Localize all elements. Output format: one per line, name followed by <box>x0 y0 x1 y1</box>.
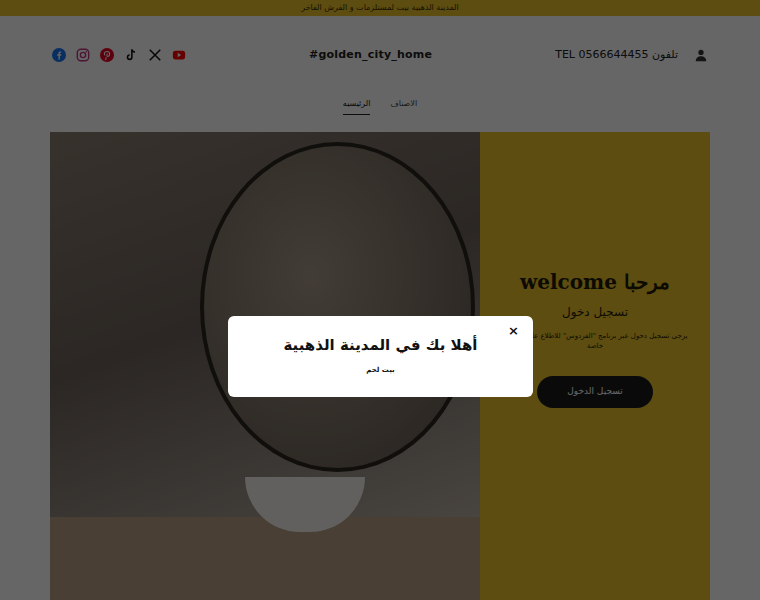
modal-subtitle: بيت لحم <box>252 365 509 376</box>
welcome-modal: × أهلا بك في المدينة الذهبية بيت لحم <box>228 316 533 397</box>
modal-backdrop[interactable] <box>0 0 760 600</box>
modal-title: أهلا بك في المدينة الذهبية <box>252 334 509 357</box>
close-button[interactable]: × <box>504 322 523 339</box>
